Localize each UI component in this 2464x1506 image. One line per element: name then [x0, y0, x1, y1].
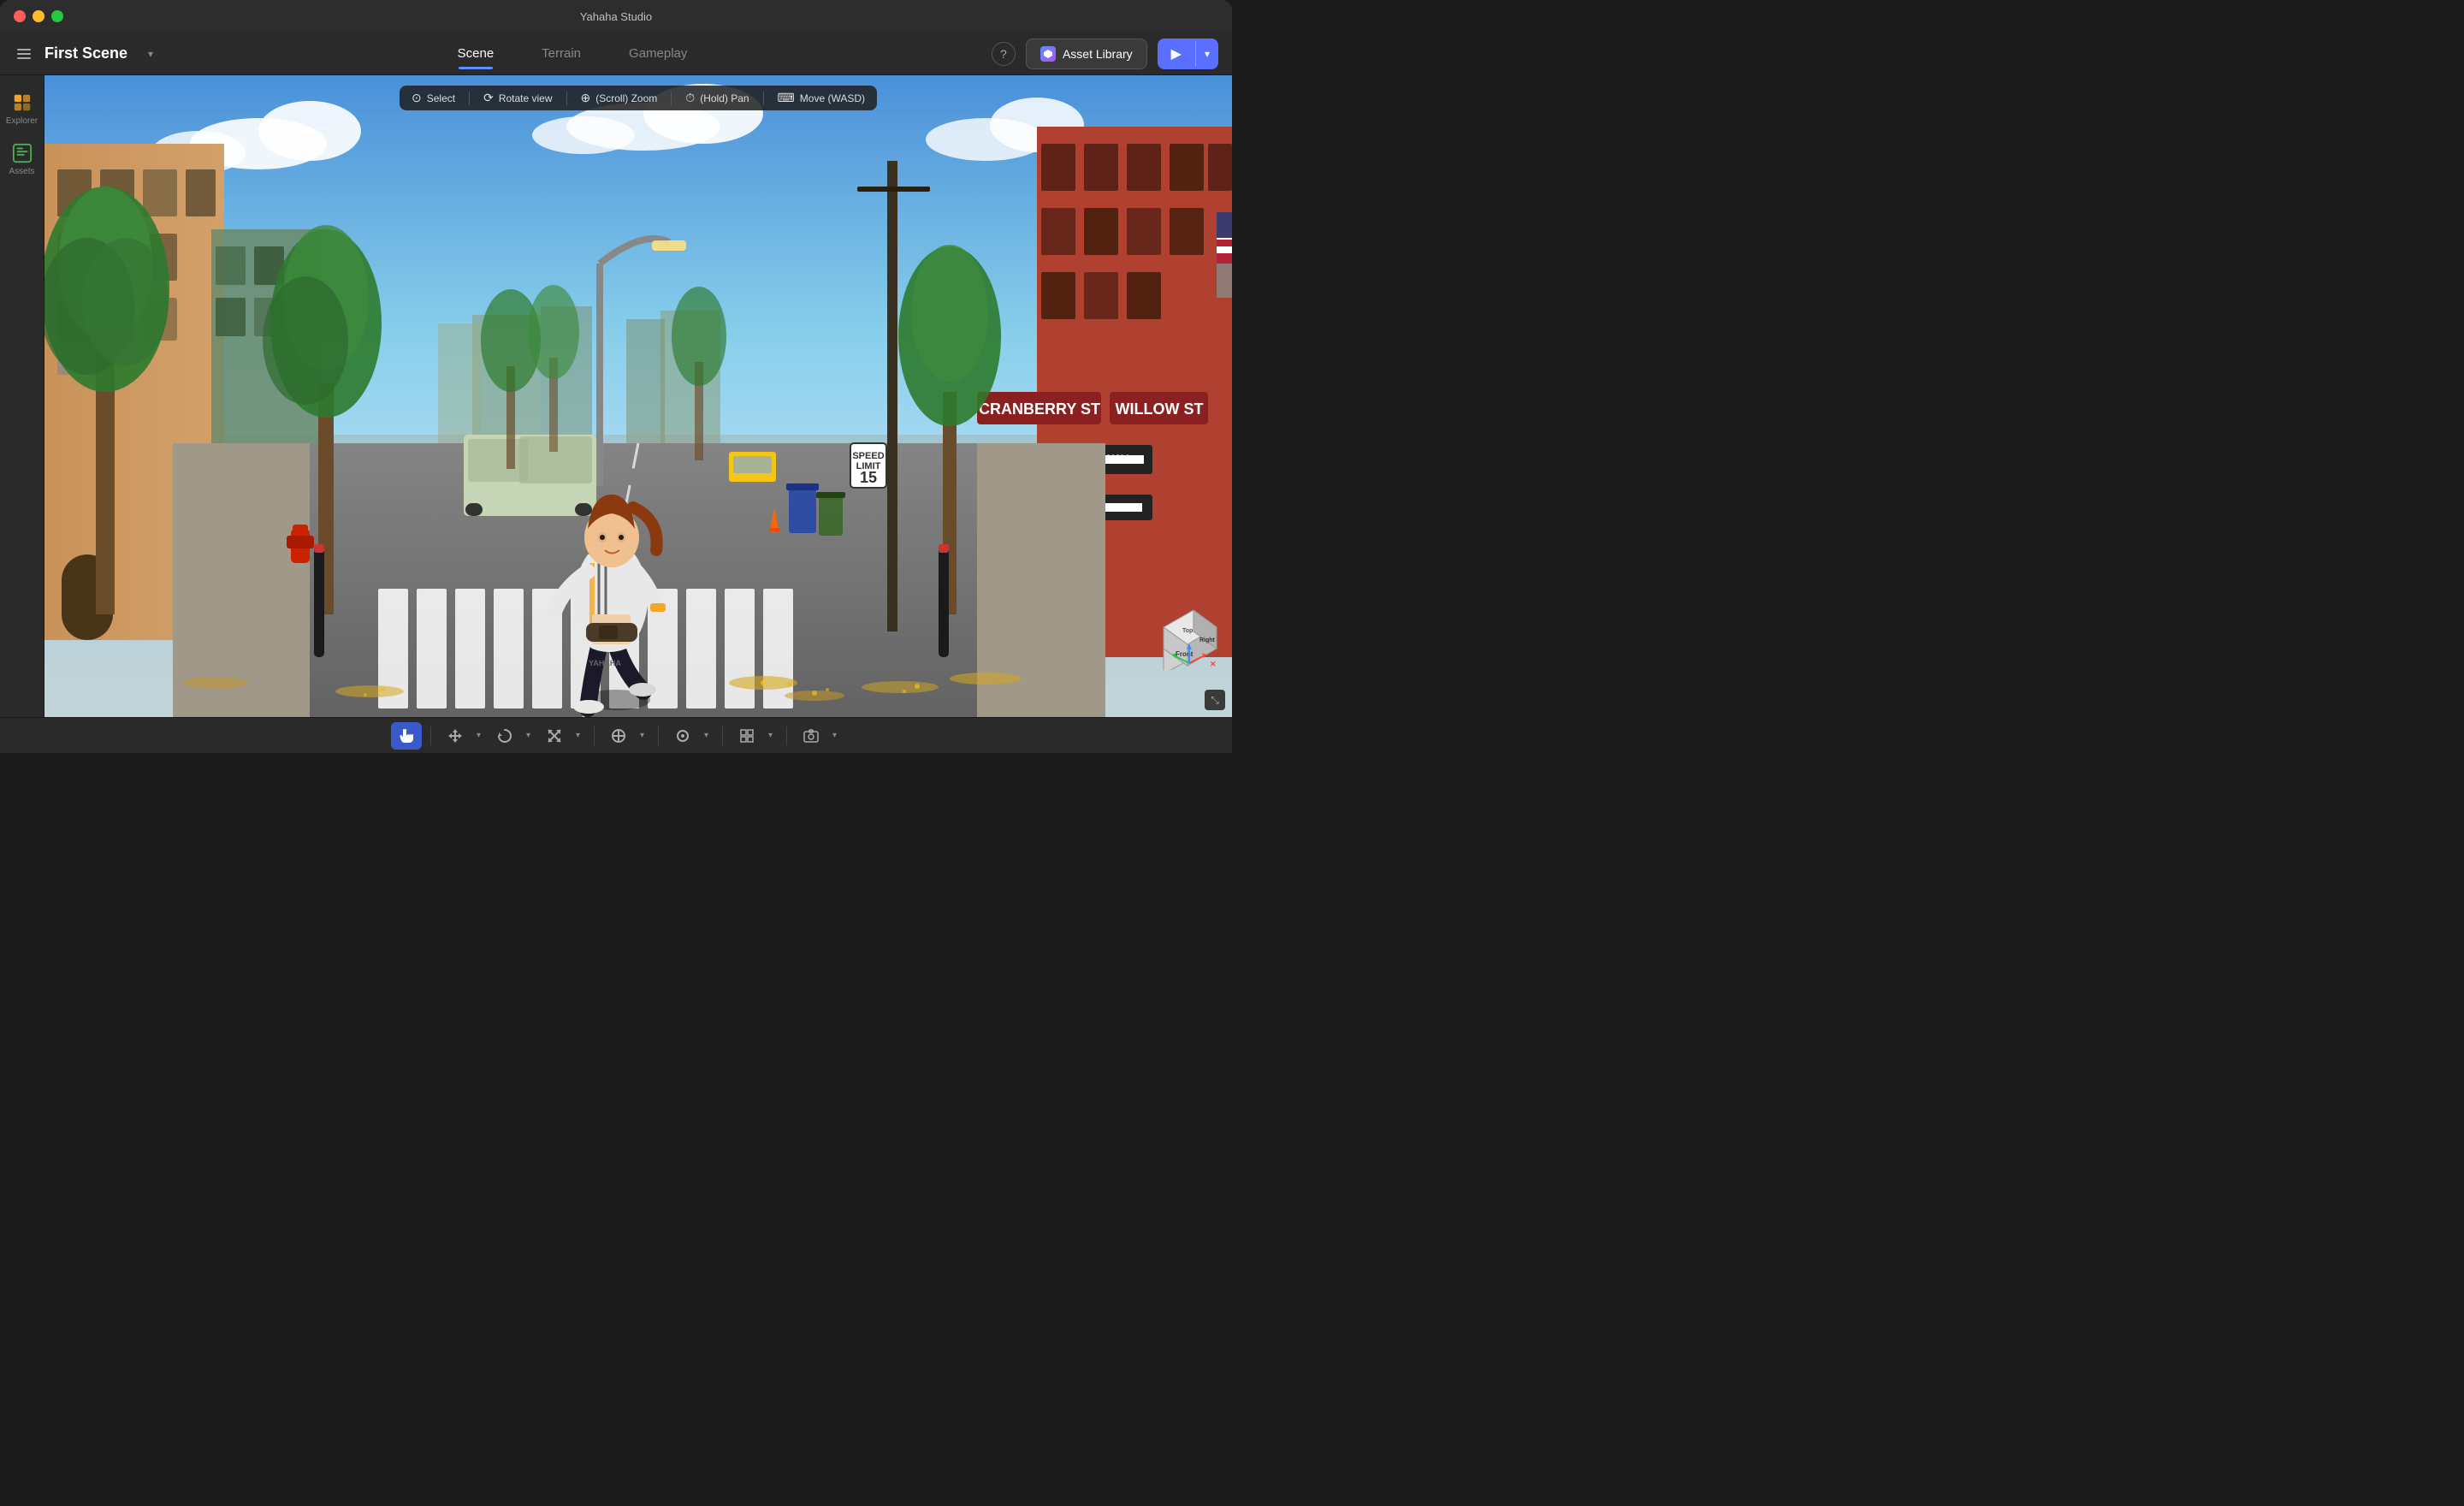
sidebar-item-explorer[interactable]: Explorer [3, 86, 41, 133]
help-button[interactable]: ? [992, 42, 1016, 66]
assets-label: Assets [9, 167, 34, 176]
divider-2 [594, 726, 595, 745]
move-label: Move (WASD) [800, 92, 865, 104]
tool-move[interactable]: ⌨ Move (WASD) [778, 91, 865, 105]
play-button-group: ▶ ▾ [1158, 39, 1218, 69]
divider-1 [430, 726, 431, 745]
traffic-lights [14, 10, 63, 22]
tool-zoom[interactable]: ⊕ (Scroll) Zoom [581, 91, 658, 105]
scene-view: CRANBERRY ST WILLOW ST ONE WAY ONE WAY [44, 75, 1232, 717]
tool-group-rotate: ▾ [489, 722, 536, 750]
divider-5 [786, 726, 787, 745]
sidebar-item-assets[interactable]: Assets [3, 136, 41, 183]
svg-text:Top: Top [1182, 628, 1193, 634]
tool-select[interactable]: ⊙ Select [412, 91, 455, 105]
toolbar-right: ? Asset Library ▶ ▾ [992, 39, 1218, 69]
asset-library-label: Asset Library [1063, 47, 1133, 61]
scene-dropdown-icon[interactable]: ▾ [148, 48, 153, 60]
grid-tool-button[interactable] [732, 722, 762, 750]
resize-viewport-button[interactable]: ⤡ [1205, 690, 1225, 710]
tool-pan[interactable]: ⏱ (Hold) Pan [685, 91, 749, 105]
grid-tool-dropdown[interactable]: ▾ [764, 722, 778, 750]
tool-divider-1 [469, 92, 470, 105]
svg-text:SPEED: SPEED [852, 451, 884, 461]
tool-group-transform: ▾ [603, 722, 649, 750]
scene-title[interactable]: First Scene [44, 44, 127, 62]
assets-icon [12, 143, 33, 163]
zoom-icon: ⊕ [581, 91, 591, 105]
svg-text:YAHAHA: YAHAHA [589, 659, 621, 667]
tool-group-move: ▾ [440, 722, 486, 750]
explorer-label: Explorer [6, 116, 38, 126]
svg-text:CRANBERRY ST: CRANBERRY ST [979, 400, 1100, 418]
play-dropdown-button[interactable]: ▾ [1195, 41, 1218, 67]
maximize-button[interactable] [51, 10, 63, 22]
camera-tool-dropdown[interactable]: ▾ [828, 722, 842, 750]
pan-label: (Hold) Pan [700, 92, 749, 104]
tool-group-grid: ▾ [732, 722, 778, 750]
asset-library-button[interactable]: Asset Library [1026, 39, 1147, 69]
tab-scene[interactable]: Scene [434, 39, 518, 68]
select-icon: ⊙ [412, 91, 422, 105]
pan-icon: ⏱ [685, 91, 695, 105]
svg-text:✕: ✕ [1210, 660, 1217, 668]
orientation-gizmo[interactable]: Front Right Top ✕ [1155, 602, 1223, 670]
scale-tool-button[interactable] [539, 722, 570, 750]
tab-gameplay[interactable]: Gameplay [605, 39, 711, 68]
svg-text:Right: Right [1199, 637, 1216, 643]
rotate-label: Rotate view [499, 92, 553, 104]
divider-3 [658, 726, 659, 745]
tool-rotate[interactable]: ⟳ Rotate view [483, 91, 552, 105]
move-tool-dropdown[interactable]: ▾ [472, 722, 486, 750]
minimize-button[interactable] [33, 10, 44, 22]
viewport-toolbar: ⊙ Select ⟳ Rotate view ⊕ (Scroll) Zoom ⏱… [400, 86, 877, 110]
left-sidebar: Explorer Assets [0, 75, 44, 717]
svg-text:WILLOW ST: WILLOW ST [1116, 400, 1204, 418]
snap-tool-dropdown[interactable]: ▾ [700, 722, 714, 750]
tab-terrain[interactable]: Terrain [518, 39, 605, 68]
play-button[interactable]: ▶ [1158, 39, 1195, 69]
snap-tool-button[interactable] [667, 722, 698, 750]
transform-tool-dropdown[interactable]: ▾ [636, 722, 649, 750]
content-area: Explorer Assets [0, 75, 1232, 717]
main-toolbar: First Scene ▾ Scene Terrain Gameplay ? A… [0, 33, 1232, 75]
tool-divider-2 [566, 92, 567, 105]
hamburger-menu-icon[interactable] [14, 45, 34, 62]
move-icon: ⌨ [778, 91, 795, 105]
viewport[interactable]: CRANBERRY ST WILLOW ST ONE WAY ONE WAY [44, 75, 1232, 717]
close-button[interactable] [14, 10, 26, 22]
tool-group-scale: ▾ [539, 722, 585, 750]
explorer-icon [12, 92, 33, 113]
divider-4 [722, 726, 723, 745]
move-tool-button[interactable] [440, 722, 471, 750]
tool-divider-3 [671, 92, 672, 105]
tool-divider-4 [763, 92, 764, 105]
tool-group-camera: ▾ [796, 722, 842, 750]
transform-tool-button[interactable] [603, 722, 634, 750]
scale-tool-dropdown[interactable]: ▾ [572, 722, 585, 750]
tool-group-snap: ▾ [667, 722, 714, 750]
svg-text:15: 15 [860, 469, 877, 486]
tool-group-hand [391, 722, 422, 750]
select-label: Select [427, 92, 455, 104]
rotate-icon: ⟳ [483, 91, 494, 105]
title-bar: Yahaha Studio [0, 0, 1232, 33]
camera-tool-button[interactable] [796, 722, 826, 750]
window-title: Yahaha Studio [580, 10, 652, 23]
rotate-tool-button[interactable] [489, 722, 520, 750]
rotate-tool-dropdown[interactable]: ▾ [522, 722, 536, 750]
bottom-toolbar: ▾ ▾ ▾ [0, 717, 1232, 753]
asset-library-icon [1040, 46, 1056, 62]
hand-tool-button[interactable] [391, 722, 422, 750]
nav-tabs: Scene Terrain Gameplay [163, 39, 981, 68]
zoom-label: (Scroll) Zoom [595, 92, 657, 104]
